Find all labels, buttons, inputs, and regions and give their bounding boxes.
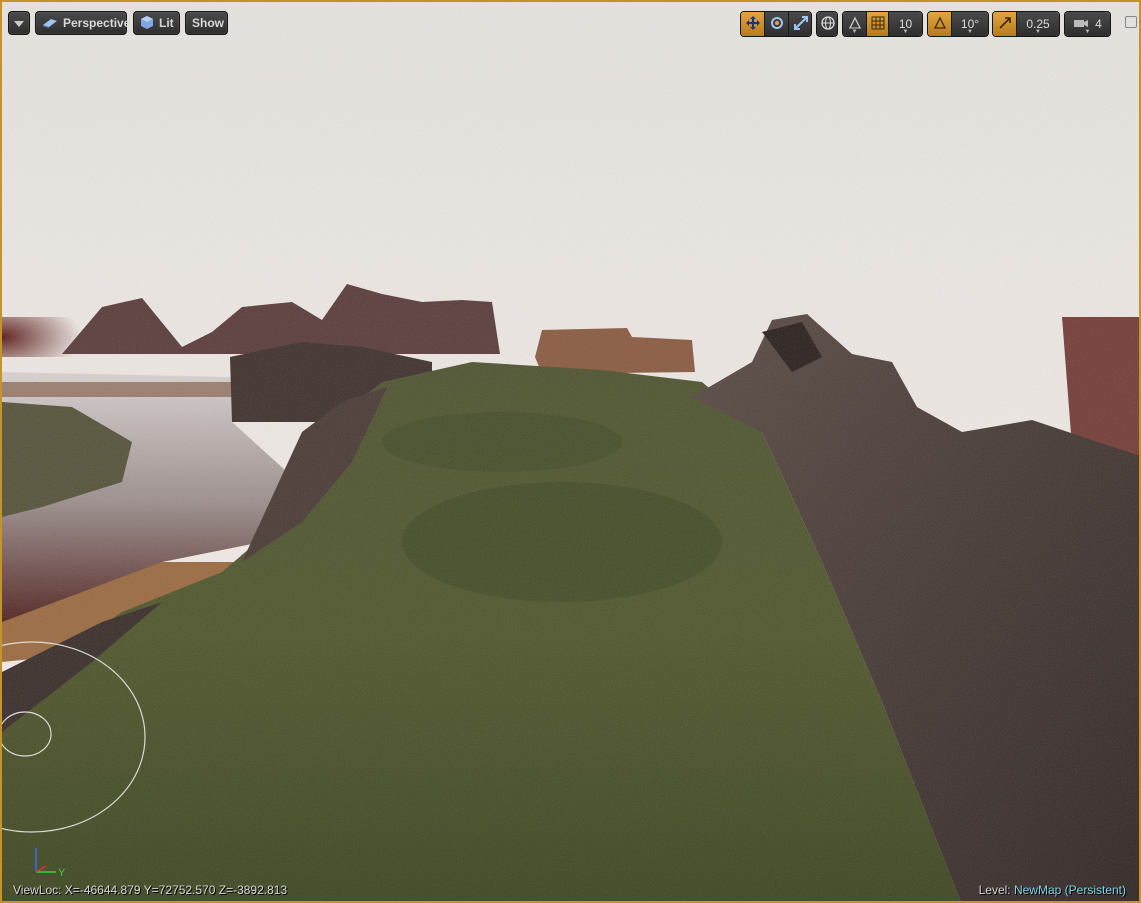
rotation-snap-group: 10° ▼ <box>927 11 989 37</box>
chevron-down-icon: ▼ <box>1084 29 1091 35</box>
axis-indicator-icon: Y <box>35 848 66 879</box>
chevron-down-icon <box>14 16 24 30</box>
surface-snap-button[interactable]: ▼ <box>843 12 867 36</box>
chevron-down-icon: ▼ <box>851 29 858 35</box>
transform-tools-group <box>740 11 812 37</box>
coordinate-system-group <box>816 11 838 37</box>
viewport-options-button[interactable] <box>8 11 30 35</box>
chevron-down-icon: ▼ <box>1035 29 1041 35</box>
move-arrows-icon <box>745 15 760 33</box>
globe-icon <box>821 15 835 33</box>
angle-icon <box>933 16 947 33</box>
grid-snap-value-dropdown[interactable]: 10 ▼ <box>889 12 922 36</box>
scale-tool-button[interactable] <box>789 12 811 36</box>
lit-label: Lit <box>159 16 174 30</box>
lit-cube-icon <box>140 15 154 32</box>
rotation-snap-value-dropdown[interactable]: 10° ▼ <box>952 12 988 36</box>
grid-snap-toggle[interactable] <box>867 12 889 36</box>
lit-button[interactable]: Lit <box>133 11 180 35</box>
scale-snap-value-dropdown[interactable]: 0.25 ▼ <box>1017 12 1059 36</box>
rotation-snap-toggle[interactable] <box>928 12 952 36</box>
camera-speed-dropdown[interactable]: 4 ▼ <box>1065 12 1110 36</box>
camera-speed-value: 4 <box>1095 17 1102 31</box>
scale-snap-toggle[interactable] <box>993 12 1017 36</box>
level-name[interactable]: NewMap (Persistent) <box>1014 883 1126 897</box>
chevron-down-icon: ▼ <box>902 29 909 35</box>
show-button[interactable]: Show <box>185 11 228 35</box>
scale-snap-group: 0.25 ▼ <box>992 11 1060 37</box>
grid-icon <box>871 16 885 33</box>
rotate-icon <box>770 16 784 33</box>
view-location-readout: ViewLoc: X=-46644.879 Y=72752.570 Z=-389… <box>13 883 288 897</box>
camera-speed-group: 4 ▼ <box>1064 11 1111 37</box>
maximize-viewport-button[interactable] <box>1125 16 1137 28</box>
grid-snap-group: ▼ 10 ▼ <box>842 11 923 37</box>
rotate-tool-button[interactable] <box>765 12 789 36</box>
scale-snap-icon <box>998 16 1012 33</box>
perspective-label: Perspective <box>63 16 131 30</box>
landscape-scene[interactable] <box>2 2 1141 903</box>
show-label: Show <box>192 16 224 30</box>
scale-icon <box>794 15 808 33</box>
axis-y-label: Y <box>58 867 66 879</box>
chevron-down-icon: ▼ <box>967 29 973 35</box>
perspective-button[interactable]: Perspective <box>35 11 131 35</box>
level-indicator: Level: NewMap (Persistent) <box>979 883 1126 897</box>
level-label: Level: <box>978 883 1011 897</box>
world-coordinate-button[interactable] <box>817 12 837 36</box>
translate-tool-button[interactable] <box>741 12 765 36</box>
level-viewport[interactable]: Perspective Lit Show ▼ 10 ▼ 10° ▼ 0.25 ▼… <box>0 0 1141 903</box>
camera-perspective-icon <box>42 16 58 31</box>
